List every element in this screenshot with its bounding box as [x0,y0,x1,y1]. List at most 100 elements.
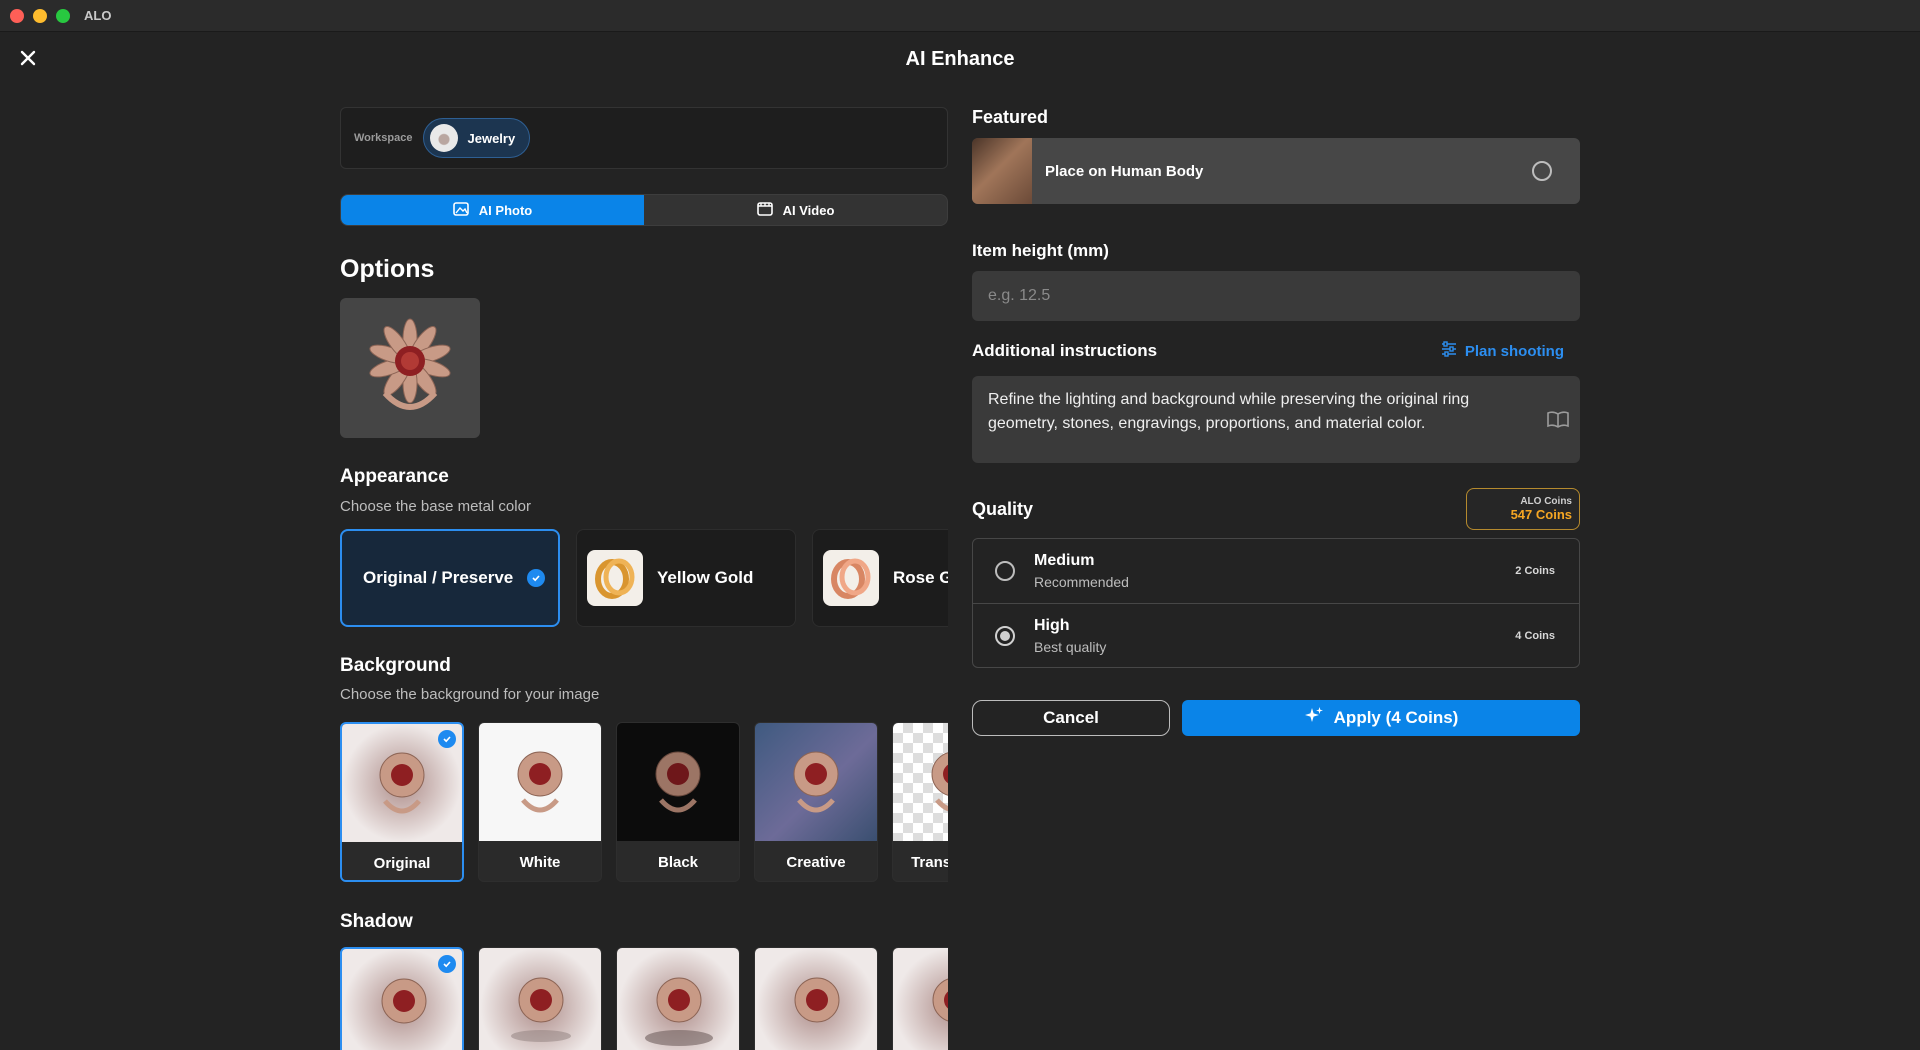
quality-option-high[interactable]: High Best quality 4 Coins [973,603,1579,667]
quality-radio-medium[interactable] [995,561,1015,581]
featured-radio[interactable] [1532,161,1552,181]
quality-option-subtitle: Recommended [1034,574,1129,590]
appearance-subtitle: Choose the base metal color [340,498,531,515]
cancel-button[interactable]: Cancel [972,700,1170,736]
background-option-label: White [479,841,601,881]
ring-image [645,977,713,1046]
window-controls [10,8,70,23]
background-option-label: Creative [755,841,877,881]
background-option-label: Transparent [893,841,948,881]
ring-image [617,723,739,841]
workspace-label: Workspace [354,132,413,144]
pendant-avatar [429,124,458,152]
background-subtitle: Choose the background for your image [340,686,600,703]
featured-option-human-body[interactable]: Place on Human Body [972,138,1580,204]
metal-option-label: Original / Preserve [363,568,514,587]
shadow-option-5[interactable] [892,947,948,1050]
quality-radio-high[interactable] [995,625,1015,646]
shadow-option-2[interactable] [478,947,602,1050]
featured-option-label: Place on Human Body [1045,162,1204,180]
prompt-library-icon[interactable] [1546,409,1570,437]
workspace-bar: Workspace Jewelry [340,107,948,169]
check-icon [527,569,546,587]
coins-label: ALO Coins [1520,496,1572,507]
photo-icon [452,201,469,219]
instructions-text: Refine the lighting and background while… [988,391,1470,432]
quality-options: Medium Recommended 2 Coins High Best qua… [972,538,1580,668]
action-buttons: Cancel Apply (4 Coins) [972,700,1580,736]
ring-image [479,723,601,841]
item-height-label: Item height (mm) [972,241,1109,260]
coins-balance-badge: ALO Coins 547 Coins [1466,488,1580,530]
close-window-button[interactable] [10,8,24,23]
apply-button[interactable]: Apply (4 Coins) [1182,700,1580,736]
minimize-window-button[interactable] [33,8,47,23]
featured-heading: Featured [972,107,1049,127]
ring-image [932,978,948,1022]
metal-option-label: Yellow Gold [657,568,754,587]
item-height-input[interactable] [972,271,1580,321]
apply-button-label: Apply (4 Coins) [1333,708,1459,727]
tab-ai-video-label: AI Video [782,202,835,218]
shadow-option-1[interactable] [340,947,464,1050]
background-heading: Background [340,655,451,676]
metal-color-options: Original / Preserve Yellow Gold Rose Gol… [340,529,948,627]
background-option-white[interactable]: White [478,722,602,882]
page-title: AI Enhance [905,48,1015,70]
instructions-label: Additional instructions [972,341,1158,360]
yellow-gold-ring-icon [587,550,643,606]
metal-option-label: Rose Gold [893,568,948,587]
background-option-creative[interactable]: Creative [754,722,878,882]
quality-heading: Quality [972,498,1034,519]
instructions-textarea[interactable]: Refine the lighting and background while… [972,376,1580,463]
settings-panel: Featured Place on Human Body Item height… [972,107,1580,736]
source-image-thumbnail[interactable] [340,298,480,438]
quality-option-subtitle: Best quality [1034,638,1107,655]
shadow-options [340,947,948,1050]
quality-option-title: High [1034,616,1070,634]
background-option-original[interactable]: Original [340,722,464,882]
workspace-chip-label: Jewelry [467,130,516,146]
ring-image [794,977,840,1023]
rose-gold-ring-icon [823,550,879,606]
check-icon [438,730,456,748]
coins-value: 547 Coins [1510,507,1572,522]
tab-ai-video[interactable]: AI Video [644,195,947,225]
ring-image [755,723,877,841]
quality-option-cost: 4 Coins [1515,629,1555,642]
video-icon [756,201,773,219]
metal-option-original[interactable]: Original / Preserve [340,529,560,627]
hand-thumbnail [972,138,1032,204]
tab-ai-photo[interactable]: AI Photo [341,195,644,225]
plan-shooting-link[interactable]: Plan shooting [1441,341,1564,361]
background-option-label: Black [617,841,739,881]
window-titlebar: ALO [0,0,1920,32]
app-name: ALO [84,8,112,23]
instructions-header: Additional instructions Plan shooting [972,341,1580,361]
ring-image [369,318,451,410]
shadow-heading: Shadow [340,911,413,932]
quality-option-cost: 2 Coins [1515,565,1555,577]
background-option-transparent[interactable]: Transparent [892,722,948,882]
quality-option-medium[interactable]: Medium Recommended 2 Coins [973,539,1579,603]
metal-option-yellow-gold[interactable]: Yellow Gold [576,529,796,627]
plan-shooting-label: Plan shooting [1464,342,1564,360]
background-options: Original White Black Creative Transpa [340,722,948,882]
metal-option-rose-gold[interactable]: Rose Gold [812,529,948,627]
tab-ai-photo-label: AI Photo [478,202,533,218]
ring-image [893,723,948,841]
shadow-option-4[interactable] [754,947,878,1050]
check-icon [438,955,456,973]
shadow-option-3[interactable] [616,947,740,1050]
ring-image [511,977,571,1042]
sliders-icon [1441,341,1457,361]
background-option-black[interactable]: Black [616,722,740,882]
options-heading: Options [340,255,435,283]
background-option-label: Original [342,842,462,880]
quality-option-title: Medium [1034,552,1095,569]
quality-header: Quality ALO Coins 547 Coins [972,488,1580,530]
workspace-chip-jewelry[interactable]: Jewelry [422,118,531,158]
maximize-window-button[interactable] [56,8,70,23]
options-panel: Workspace Jewelry AI Photo AI Video Opti… [340,107,948,1050]
appearance-heading: Appearance [340,466,449,487]
